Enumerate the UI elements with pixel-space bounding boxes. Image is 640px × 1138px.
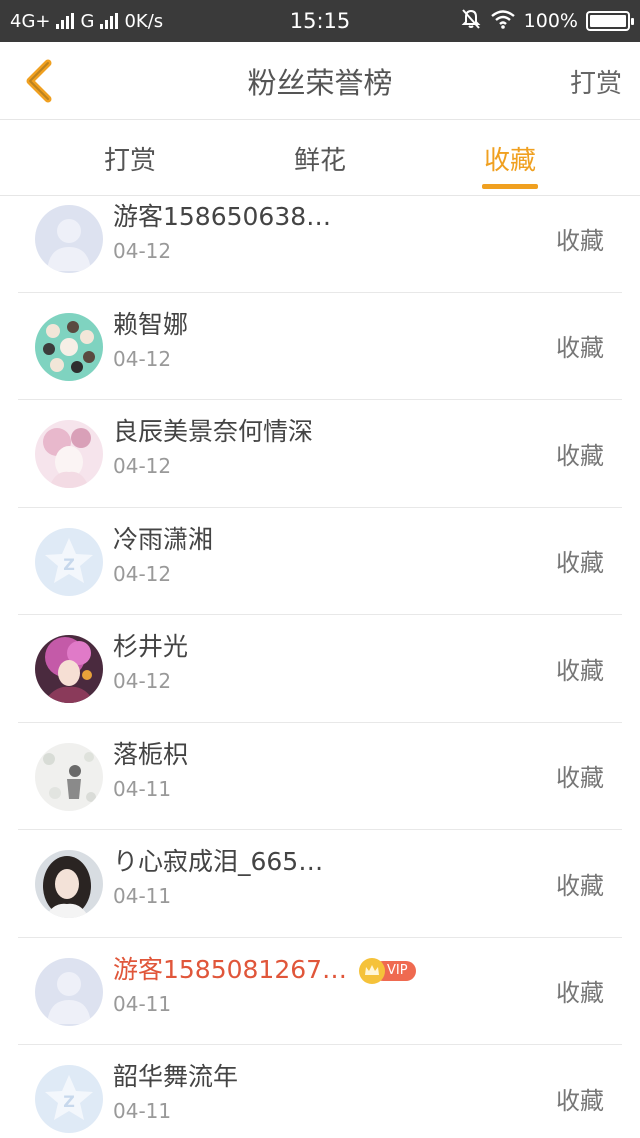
fan-date: 04-12: [113, 669, 172, 693]
fan-name: 赖智娜: [113, 309, 189, 339]
svg-text:Z: Z: [63, 1092, 75, 1111]
svg-text:Z: Z: [63, 555, 75, 574]
avatar: [35, 742, 103, 811]
vip-badge: VIP: [359, 957, 416, 984]
status-right: 100%: [460, 0, 634, 42]
fan-date: 04-11: [113, 1099, 172, 1123]
avatar: [35, 850, 103, 918]
fan-name: 冷雨潇湘: [113, 524, 214, 554]
status-left: 4G+ G 0K/s: [10, 0, 163, 42]
wifi-icon: [490, 9, 516, 34]
status-bar: 4G+ G 0K/s 15:15 100%: [0, 0, 640, 42]
fan-name: 游客1585081267…: [113, 954, 348, 984]
back-button[interactable]: [14, 56, 64, 106]
fan-action: 收藏: [556, 656, 604, 685]
fan-action: 收藏: [556, 334, 604, 363]
list-item[interactable]: り心寂成泪_665… 04-11 收藏: [18, 830, 622, 938]
fan-action: 收藏: [556, 871, 604, 900]
fan-date: 04-12: [113, 239, 172, 263]
list-item[interactable]: Z 韶华舞流年 04-11 收藏: [18, 1045, 622, 1138]
fan-date: 04-11: [113, 776, 172, 801]
fan-date: 04-12: [113, 346, 172, 371]
avatar: [35, 635, 103, 703]
fan-date: 04-11: [113, 991, 172, 1016]
title-bar: 粉丝荣誉榜 打赏: [0, 42, 640, 120]
fan-name: 游客158650638…: [113, 202, 332, 231]
list-item[interactable]: 游客158650638… 04-12 收藏: [18, 185, 622, 293]
reward-button[interactable]: 打赏: [570, 42, 622, 120]
clock: 15:15: [289, 9, 351, 33]
fan-name: 杉井光: [113, 632, 189, 661]
fan-name: り心寂成泪_665…: [113, 847, 324, 876]
list-item[interactable]: 游客1585081267… VIP 04-11 收藏: [18, 938, 622, 1045]
fan-date: 04-11: [113, 884, 172, 908]
avatar: [35, 957, 103, 1026]
fan-name: 韶华舞流年: [113, 1062, 239, 1091]
network-speed: 0K/s: [124, 10, 164, 32]
fan-action: 收藏: [556, 764, 604, 793]
battery-fill: [590, 15, 626, 27]
mute-bell-icon: [460, 8, 482, 35]
fan-action: 收藏: [556, 549, 604, 578]
list-item[interactable]: Z 冷雨潇湘 04-12 收藏: [18, 508, 622, 615]
fan-action: 收藏: [556, 1087, 604, 1116]
signal-icon: [56, 13, 75, 29]
fan-date: 04-12: [113, 561, 172, 586]
avatar: [35, 312, 103, 381]
chevron-left-icon: [26, 59, 52, 103]
battery-percent: 100%: [523, 10, 578, 32]
crown-icon: [359, 957, 386, 984]
list-item[interactable]: 杉井光 04-12 收藏: [18, 615, 622, 723]
signal-icon-2: [100, 13, 119, 29]
page-title: 粉丝荣誉榜: [247, 66, 393, 100]
list-item[interactable]: 赖智娜 04-12 收藏: [18, 293, 622, 400]
avatar: [35, 420, 103, 488]
avatar: [35, 205, 103, 273]
fan-action: 收藏: [556, 979, 604, 1008]
network-type-label: 4G+: [10, 10, 51, 32]
fan-action: 收藏: [556, 441, 604, 470]
list-item[interactable]: 落栀枳 04-11 收藏: [18, 723, 622, 830]
fan-name-row: 游客1585081267… VIP: [113, 950, 416, 986]
list-item[interactable]: 良辰美景奈何情深 04-12 收藏: [18, 400, 622, 508]
avatar: Z: [35, 1065, 103, 1133]
fan-name: 落栀枳: [113, 739, 189, 769]
battery-icon: [586, 11, 634, 31]
fan-name: 良辰美景奈何情深: [113, 417, 314, 446]
avatar: Z: [35, 527, 103, 596]
network-type-label-2: G: [80, 10, 95, 32]
fan-date: 04-12: [113, 454, 172, 478]
fan-action: 收藏: [556, 226, 604, 255]
